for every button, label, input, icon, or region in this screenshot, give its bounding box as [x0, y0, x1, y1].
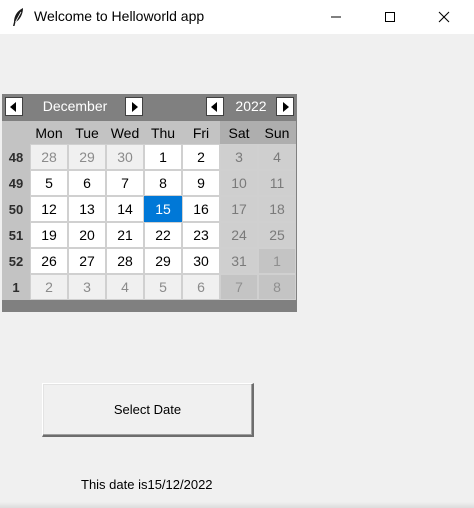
- weekday-header: Sun: [258, 121, 296, 144]
- weekday-header: Fri: [182, 121, 220, 144]
- week-number: 51: [2, 222, 30, 248]
- weekday-header: Mon: [30, 121, 68, 144]
- calendar-day[interactable]: 31: [220, 248, 258, 274]
- left-arrow-icon: [10, 101, 16, 112]
- feather-icon: [10, 6, 26, 28]
- next-month-button[interactable]: [125, 97, 143, 116]
- calendar-day[interactable]: 13: [68, 196, 106, 222]
- calendar-month-label: December: [42, 98, 108, 114]
- calendar-week-row: 50 12 13 14 15 16 17 18: [2, 196, 297, 222]
- calendar-day[interactable]: 11: [258, 170, 296, 196]
- maximize-icon: [385, 12, 395, 22]
- week-number: 1: [2, 274, 30, 300]
- calendar-day[interactable]: 1: [258, 248, 296, 274]
- calendar-day[interactable]: 28: [106, 248, 144, 274]
- calendar-day[interactable]: 6: [68, 170, 106, 196]
- weekday-header: Tue: [68, 121, 106, 144]
- calendar-day[interactable]: 20: [68, 222, 106, 248]
- weekday-header: Sat: [220, 121, 258, 144]
- calendar-day[interactable]: 7: [220, 274, 258, 300]
- calendar-day[interactable]: 1: [144, 144, 182, 170]
- calendar-day[interactable]: 4: [258, 144, 296, 170]
- calendar-day[interactable]: 28: [30, 144, 68, 170]
- calendar-day[interactable]: 30: [182, 248, 220, 274]
- calendar-day[interactable]: 10: [220, 170, 258, 196]
- calendar-day-selected[interactable]: 15: [144, 196, 182, 222]
- calendar-day[interactable]: 17: [220, 196, 258, 222]
- calendar-day[interactable]: 18: [258, 196, 296, 222]
- selected-date-label: This date is15/12/2022: [81, 477, 213, 492]
- calendar-week-row: 49 5 6 7 8 9 10 11: [2, 170, 297, 196]
- calendar-header: December 2022: [2, 94, 297, 120]
- calendar-day[interactable]: 30: [106, 144, 144, 170]
- calendar-day[interactable]: 26: [30, 248, 68, 274]
- week-number: 52: [2, 248, 30, 274]
- week-number: 50: [2, 196, 30, 222]
- calendar-week-row: 48 28 29 30 1 2 3 4: [2, 144, 297, 170]
- weekday-header: Thu: [144, 121, 182, 144]
- weekday-header: Wed: [106, 121, 144, 144]
- close-icon: [438, 11, 450, 23]
- prev-year-button[interactable]: [206, 97, 224, 116]
- calendar-day[interactable]: 19: [30, 222, 68, 248]
- calendar-day[interactable]: 27: [68, 248, 106, 274]
- calendar-day[interactable]: 5: [144, 274, 182, 300]
- calendar-day[interactable]: 2: [182, 144, 220, 170]
- calendar-day[interactable]: 25: [258, 222, 296, 248]
- calendar-day[interactable]: 7: [106, 170, 144, 196]
- calendar-day[interactable]: 21: [106, 222, 144, 248]
- minimize-icon: [331, 16, 341, 18]
- calendar-day[interactable]: 23: [182, 222, 220, 248]
- calendar-week-row: 52 26 27 28 29 30 31 1: [2, 248, 297, 274]
- calendar-day[interactable]: 8: [144, 170, 182, 196]
- week-number: 48: [2, 144, 30, 170]
- calendar-year-label: 2022: [235, 98, 267, 114]
- window-title: Welcome to Helloworld app: [34, 8, 205, 24]
- calendar-day[interactable]: 16: [182, 196, 220, 222]
- maximize-button[interactable]: [367, 0, 413, 34]
- calendar-day[interactable]: 14: [106, 196, 144, 222]
- calendar-week-row: 51 19 20 21 22 23 24 25: [2, 222, 297, 248]
- right-arrow-icon: [283, 101, 289, 112]
- calendar-day[interactable]: 2: [30, 274, 68, 300]
- calendar-day[interactable]: 9: [182, 170, 220, 196]
- calendar-day[interactable]: 22: [144, 222, 182, 248]
- minimize-button[interactable]: [313, 0, 359, 34]
- calendar-day[interactable]: 8: [258, 274, 296, 300]
- calendar-day[interactable]: 3: [68, 274, 106, 300]
- select-date-button[interactable]: Select Date: [42, 383, 254, 437]
- next-year-button[interactable]: [276, 97, 294, 116]
- calendar-grid: Mon Tue Wed Thu Fri Sat Sun 48 28 29 30 …: [2, 121, 297, 300]
- prev-month-button[interactable]: [5, 97, 23, 116]
- close-button[interactable]: [421, 0, 467, 34]
- calendar-day[interactable]: 12: [30, 196, 68, 222]
- calendar-widget: December 2022 Mon Tue Wed Thu Fri Sat Su…: [2, 94, 297, 312]
- bottom-edge: [0, 502, 474, 508]
- calendar-day[interactable]: 6: [182, 274, 220, 300]
- title-bar: Welcome to Helloworld app: [0, 0, 474, 34]
- calendar-day[interactable]: 24: [220, 222, 258, 248]
- calendar-day[interactable]: 29: [144, 248, 182, 274]
- calendar-day[interactable]: 3: [220, 144, 258, 170]
- weekday-header-row: Mon Tue Wed Thu Fri Sat Sun: [2, 121, 297, 144]
- calendar-day[interactable]: 29: [68, 144, 106, 170]
- week-number-header: [2, 121, 30, 144]
- calendar-day[interactable]: 5: [30, 170, 68, 196]
- right-arrow-icon: [132, 101, 138, 112]
- week-number: 49: [2, 170, 30, 196]
- calendar-week-row: 1 2 3 4 5 6 7 8: [2, 274, 297, 300]
- left-arrow-icon: [211, 101, 217, 112]
- calendar-day[interactable]: 4: [106, 274, 144, 300]
